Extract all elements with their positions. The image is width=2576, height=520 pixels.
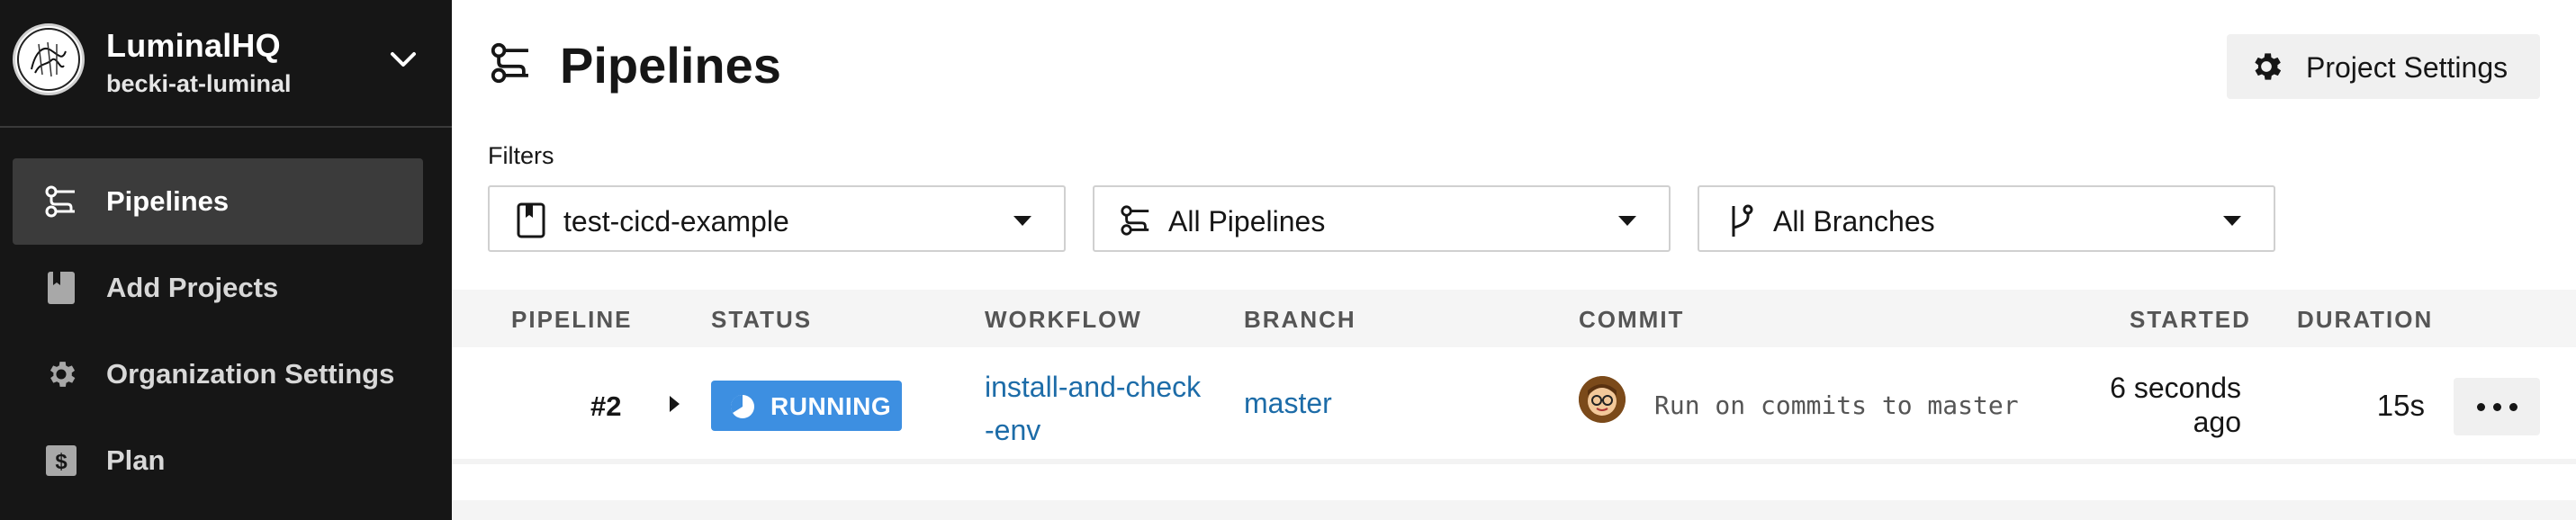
caret-down-icon: [1618, 216, 1636, 226]
gear-icon: [2255, 53, 2282, 80]
column-header-pipeline: PIPELINE: [511, 306, 633, 333]
branch-filter-select[interactable]: All Branches: [1698, 185, 2275, 252]
branch-link[interactable]: master: [1244, 387, 1332, 420]
org-name: LuminalHQ: [106, 27, 281, 64]
running-icon: [730, 394, 754, 418]
column-header-started: STARTED: [2130, 306, 2251, 333]
sidebar-item-label: Pipelines: [106, 185, 230, 217]
pipeline-filter-select[interactable]: All Pipelines: [1093, 185, 1671, 252]
more-dot: [2509, 403, 2517, 411]
pipelines-icon: [491, 42, 528, 84]
svg-text:$: $: [55, 450, 68, 474]
workflow-name-line2: -env: [985, 414, 1041, 446]
column-header-commit: COMMIT: [1579, 306, 1685, 333]
sidebar-item-add-projects[interactable]: Add Projects: [13, 245, 423, 331]
org-logo: [13, 23, 85, 95]
sidebar: LuminalHQ becki-at-luminal Pipelines Add…: [0, 0, 452, 520]
pipeline-number[interactable]: #2: [590, 390, 621, 423]
more-dot: [2493, 403, 2501, 411]
status-badge[interactable]: RUNNING: [711, 381, 902, 431]
project-filter-select[interactable]: test-cicd-example: [488, 185, 1066, 252]
org-switcher[interactable]: LuminalHQ becki-at-luminal: [0, 0, 452, 128]
table-header: PIPELINE STATUS WORKFLOW BRANCH COMMIT S…: [452, 290, 2576, 347]
project-filter-value: test-cicd-example: [563, 205, 789, 238]
project-settings-label: Project Settings: [2306, 51, 2508, 84]
column-header-duration: DURATION: [2297, 306, 2434, 333]
filters-label: Filters: [488, 142, 554, 169]
pipelines-icon: [43, 184, 79, 220]
workflow-link[interactable]: install-and-check -env: [985, 365, 1201, 452]
sidebar-item-label: Add Projects: [106, 272, 279, 303]
pipelines-icon: [1121, 205, 1149, 236]
started-time-line1: 6 seconds: [2110, 372, 2241, 404]
column-header-workflow: WORKFLOW: [985, 306, 1142, 333]
sidebar-item-label: Organization Settings: [106, 358, 395, 390]
column-header-status: STATUS: [711, 306, 813, 333]
book-icon: [517, 202, 545, 238]
started-time-line2: ago: [2193, 406, 2241, 438]
column-header-branch: BRANCH: [1244, 306, 1356, 333]
avatar: [1579, 376, 1626, 423]
table-footer: [452, 500, 2576, 520]
more-actions-button[interactable]: [2454, 378, 2540, 435]
caret-down-icon: [2223, 216, 2241, 226]
branch-filter-value: All Branches: [1773, 205, 1935, 238]
expand-row-icon[interactable]: [670, 396, 680, 412]
caret-down-icon: [1013, 216, 1031, 226]
sidebar-item-pipelines[interactable]: Pipelines: [13, 158, 423, 245]
started-time: 6 seconds ago: [2088, 371, 2241, 439]
duration: 15s: [2376, 389, 2425, 422]
git-branch-icon: [1732, 204, 1753, 237]
pipeline-filter-value: All Pipelines: [1168, 205, 1326, 238]
page-title: Pipelines: [560, 37, 781, 94]
status-label: RUNNING: [770, 392, 892, 420]
project-settings-button[interactable]: Project Settings: [2227, 34, 2540, 99]
sidebar-item-plan[interactable]: $ Plan: [13, 417, 423, 504]
sidebar-item-label: Plan: [106, 444, 166, 476]
workflow-name-line1: install-and-check: [985, 371, 1202, 403]
dollar-icon: $: [43, 443, 79, 479]
more-dot: [2477, 403, 2485, 411]
main-content: Pipelines Project Settings Filters test-…: [452, 0, 2576, 520]
gear-icon: [43, 356, 79, 392]
sidebar-item-organization-settings[interactable]: Organization Settings: [13, 331, 423, 417]
book-icon: [43, 270, 79, 306]
commit-message[interactable]: Run on commits to master: [1654, 390, 2019, 420]
org-user: becki-at-luminal: [106, 70, 292, 97]
table-row[interactable]: #2 RUNNING install-and-check -env master: [452, 347, 2576, 464]
chevron-down-icon[interactable]: [385, 41, 421, 77]
